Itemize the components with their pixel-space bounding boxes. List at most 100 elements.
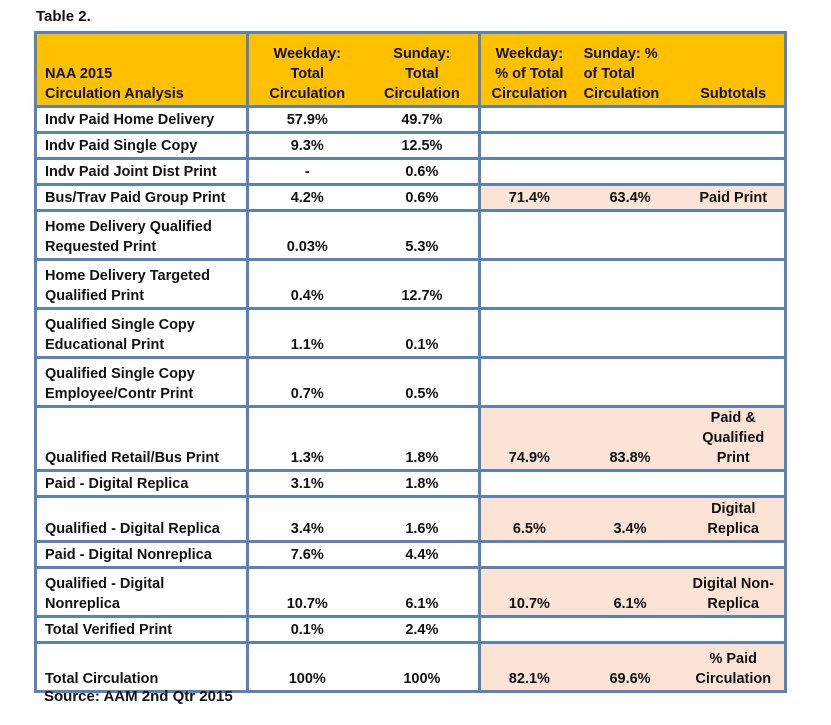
weekday-total-cell: 1.3% <box>247 405 366 471</box>
header-label-line: of Total <box>583 66 635 82</box>
header-subtotals: Subtotals <box>682 32 786 107</box>
weekday-pct-cell <box>479 105 578 133</box>
subtotal-cell <box>682 157 786 185</box>
sunday-total-cell: 1.8% <box>365 469 482 497</box>
table-caption: Table 2. <box>36 8 91 25</box>
table-row: Total Circulation 100% 100% 82.1% 69.6%% Pai… <box>35 641 786 692</box>
row-label: Total Circulation <box>35 641 249 692</box>
weekday-pct-cell <box>479 540 578 568</box>
weekday-total-cell: 57.9% <box>247 105 366 133</box>
subtotal-cell <box>682 307 786 358</box>
sunday-pct-cell <box>577 356 683 407</box>
table-row: Indv Paid Single Copy 9.3% 12.5% <box>35 131 786 159</box>
weekday-pct-cell <box>479 307 578 358</box>
sunday-pct-cell: 83.8% <box>577 405 683 471</box>
header-label-line: NAA 2015 <box>45 66 113 82</box>
subtotal-label-line: Print <box>716 450 750 466</box>
subtotal-cell <box>682 131 786 159</box>
sunday-pct-cell <box>577 157 683 185</box>
weekday-total-cell: 0.03% <box>247 209 366 260</box>
header-sunday-total: Sunday: Total Circulation <box>365 32 482 107</box>
weekday-total-cell: 10.7% <box>247 566 366 617</box>
sunday-pct-cell <box>577 615 683 643</box>
row-label: Home Delivery Targeted Qualified Print <box>35 258 249 309</box>
sunday-pct-cell <box>577 209 683 260</box>
subtotal-cell: % Paid Circulation <box>682 641 786 692</box>
subtotal-label-line: Replica <box>707 596 760 612</box>
row-label: Indv Paid Single Copy <box>35 131 249 159</box>
header-weekday-pct: Weekday: % of Total Circulation <box>479 32 578 107</box>
weekday-pct-cell: 10.7% <box>479 566 578 617</box>
row-label-line: Qualified Retail/Bus Print <box>45 450 220 466</box>
header-label-line: Total <box>405 66 439 82</box>
sunday-pct-cell: 6.1% <box>577 566 683 617</box>
weekday-pct-cell <box>479 209 578 260</box>
subtotal-label-line: Circulation <box>695 671 772 687</box>
weekday-pct-cell: 6.5% <box>479 495 578 542</box>
weekday-total-cell: 0.4% <box>247 258 366 309</box>
weekday-total-cell: 0.7% <box>247 356 366 407</box>
weekday-pct-cell <box>479 131 578 159</box>
row-label-line: Home Delivery Qualified <box>45 219 212 235</box>
subtotal-cell: Digital Replica <box>682 495 786 542</box>
row-label: Qualified Single Copy Employee/Contr Prin… <box>35 356 249 407</box>
subtotal-label-line: Paid Print <box>699 190 768 206</box>
table-row: Home Delivery Targeted Qualified Print 0.4… <box>35 258 786 309</box>
subtotal-cell: Paid Print <box>682 183 786 211</box>
sunday-pct-cell: 63.4% <box>577 183 683 211</box>
weekday-total-cell: 9.3% <box>247 131 366 159</box>
row-label-line: Total Verified Print <box>45 622 173 638</box>
row-label-line: Qualified Single Copy <box>45 317 195 333</box>
weekday-total-cell: 100% <box>247 641 366 692</box>
row-label-line: Qualified Print <box>45 288 145 304</box>
row-label-line: Paid - Digital Replica <box>45 476 189 492</box>
sunday-pct-cell: 69.6% <box>577 641 683 692</box>
weekday-total-cell: 7.6% <box>247 540 366 568</box>
row-label-line: Indv Paid Single Copy <box>45 138 198 154</box>
sunday-pct-cell <box>577 131 683 159</box>
sunday-total-cell: 5.3% <box>365 209 482 260</box>
table-body: Indv Paid Home Delivery 57.9% 49.7% Indv Pa… <box>35 105 786 692</box>
row-label-line: Requested Print <box>45 239 157 255</box>
row-label: Qualified Single Copy Educational Print <box>35 307 249 358</box>
table-row: Indv Paid Home Delivery 57.9% 49.7% <box>35 105 786 133</box>
subtotal-cell <box>682 540 786 568</box>
weekday-pct-cell <box>479 258 578 309</box>
row-label: Home Delivery Qualified Requested Print <box>35 209 249 260</box>
row-label-line: Qualified - Digital Nonreplica <box>45 576 165 612</box>
weekday-pct-cell: 82.1% <box>479 641 578 692</box>
header-label-line: Circulation <box>583 86 660 102</box>
table-row: Qualified - Digital Replica 3.4% 1.6% 6.5% 3… <box>35 495 786 542</box>
subtotal-cell <box>682 356 786 407</box>
table-row: Qualified Single Copy Employee/Contr Prin… <box>35 356 786 407</box>
sunday-pct-cell: 3.4% <box>577 495 683 542</box>
table-row: Total Verified Print 0.1% 2.4% <box>35 615 786 643</box>
sunday-total-cell: 1.6% <box>365 495 482 542</box>
sunday-total-cell: 49.7% <box>365 105 482 133</box>
weekday-total-cell: 1.1% <box>247 307 366 358</box>
subtotal-cell: Digital Non- Replica <box>682 566 786 617</box>
table-row: Home Delivery Qualified Requested Print 0.… <box>35 209 786 260</box>
sunday-total-cell: 0.5% <box>365 356 482 407</box>
table-row: Qualified Single Copy Educational Print 1.… <box>35 307 786 358</box>
row-label-line: Employee/Contr Print <box>45 386 194 402</box>
row-label: Indv Paid Home Delivery <box>35 105 249 133</box>
weekday-total-cell: 4.2% <box>247 183 366 211</box>
subtotal-cell <box>682 615 786 643</box>
weekday-pct-cell: 71.4% <box>479 183 578 211</box>
header-weekday-total: Weekday: Total Circulation <box>247 32 366 107</box>
subtotal-label-line: % Paid <box>709 651 757 667</box>
weekday-pct-cell: 74.9% <box>479 405 578 471</box>
header-label-line: Circulation <box>491 86 568 102</box>
row-label-line: Indv Paid Home Delivery <box>45 112 215 128</box>
subtotal-cell <box>682 105 786 133</box>
subtotal-cell: Paid & Qualified Print <box>682 405 786 471</box>
header-row: NAA 2015 Circulation Analysis Weekday: T… <box>35 32 786 107</box>
weekday-pct-cell <box>479 356 578 407</box>
row-label-line: Qualified - Digital Replica <box>45 521 220 537</box>
sunday-total-cell: 100% <box>365 641 482 692</box>
sunday-pct-cell <box>577 307 683 358</box>
sunday-pct-cell <box>577 105 683 133</box>
sunday-total-cell: 1.8% <box>365 405 482 471</box>
weekday-pct-cell <box>479 157 578 185</box>
